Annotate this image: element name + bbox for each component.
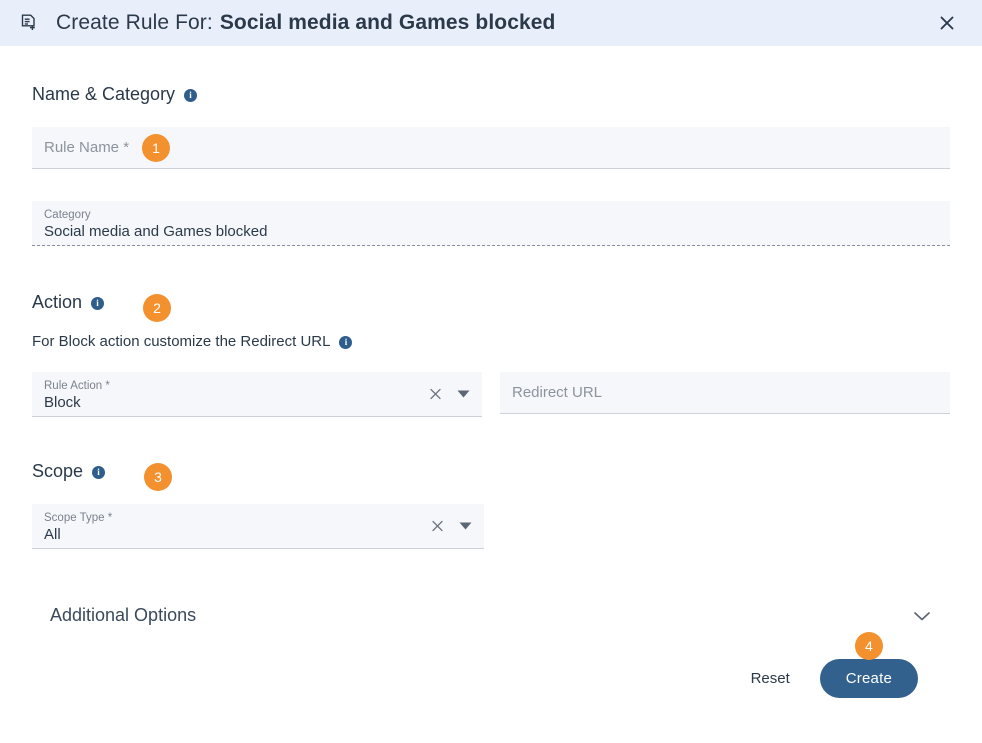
clear-x-icon[interactable] <box>430 519 445 534</box>
category-value: Social media and Games blocked <box>44 223 268 240</box>
info-icon[interactable]: i <box>339 336 353 349</box>
footer: Reset 4 Create <box>32 626 950 698</box>
rule-action-adornments <box>428 387 470 402</box>
rule-name-field[interactable]: Rule Name * 1 <box>32 127 950 169</box>
info-icon[interactable]: i <box>91 297 105 310</box>
action-section: Action i 2 For Block action customize th… <box>32 246 950 417</box>
scope-type-value: All <box>44 526 61 543</box>
redirect-url-placeholder: Redirect URL <box>512 383 603 401</box>
section-title: Name & Category <box>32 84 176 104</box>
redirect-url-hint: For Block action customize the Redirect … <box>32 333 950 350</box>
dialog-header: Create Rule For: Social media and Games … <box>0 0 982 46</box>
action-heading: Action i <box>32 292 950 313</box>
info-icon[interactable]: i <box>92 466 106 479</box>
reset-button[interactable]: Reset <box>745 662 796 695</box>
info-icon[interactable]: i <box>184 89 198 102</box>
dialog-title-prefix: Create Rule For: <box>56 11 213 34</box>
rule-name-placeholder: Rule Name * <box>44 138 130 156</box>
footer-actions: Reset 4 Create <box>32 632 950 698</box>
additional-options-toggle[interactable]: Additional Options <box>32 605 950 626</box>
scope-type-select[interactable]: Scope Type * All <box>32 504 484 549</box>
chevron-down-icon[interactable] <box>912 610 932 622</box>
additional-options-section: Additional Options <box>32 549 950 626</box>
redirect-url-hint-text: For Block action customize the Redirect … <box>32 333 331 350</box>
dialog-body: Name & Category i Rule Name * 1 Category… <box>0 46 982 698</box>
note-add-icon <box>18 12 40 34</box>
category-field: Category Social media and Games blocked <box>32 201 950 246</box>
scope-type-label: Scope Type * <box>44 512 113 524</box>
name-category-heading: Name & Category i <box>32 84 950 105</box>
scope-heading: Scope i <box>32 461 950 482</box>
dialog-title-rule-name: Social media and Games blocked <box>219 11 556 34</box>
rule-action-select[interactable]: Rule Action * Block <box>32 372 482 417</box>
redirect-url-field[interactable]: Redirect URL <box>500 372 950 414</box>
scope-section: Scope i 3 Scope Type * All <box>32 417 950 549</box>
chevron-down-icon[interactable] <box>459 522 472 531</box>
additional-options-title: Additional Options <box>50 605 197 625</box>
name-category-section: Name & Category i Rule Name * 1 Category… <box>32 46 950 246</box>
section-title: Action <box>32 292 83 312</box>
close-icon[interactable] <box>932 8 962 38</box>
clear-x-icon[interactable] <box>428 387 443 402</box>
dialog-title: Create Rule For: Social media and Games … <box>56 11 555 35</box>
rule-action-label: Rule Action * <box>44 380 110 392</box>
create-button[interactable]: Create <box>819 659 918 698</box>
section-title: Scope <box>32 461 84 481</box>
scope-type-adornments <box>430 519 472 534</box>
category-label: Category <box>44 209 91 221</box>
create-button-wrapper: 4 Create <box>819 632 918 698</box>
step-badge-4: 4 <box>854 632 883 660</box>
rule-action-value: Block <box>44 394 81 411</box>
action-fields-row: Rule Action * Block Redirect URL <box>32 372 950 417</box>
chevron-down-icon[interactable] <box>457 390 470 399</box>
